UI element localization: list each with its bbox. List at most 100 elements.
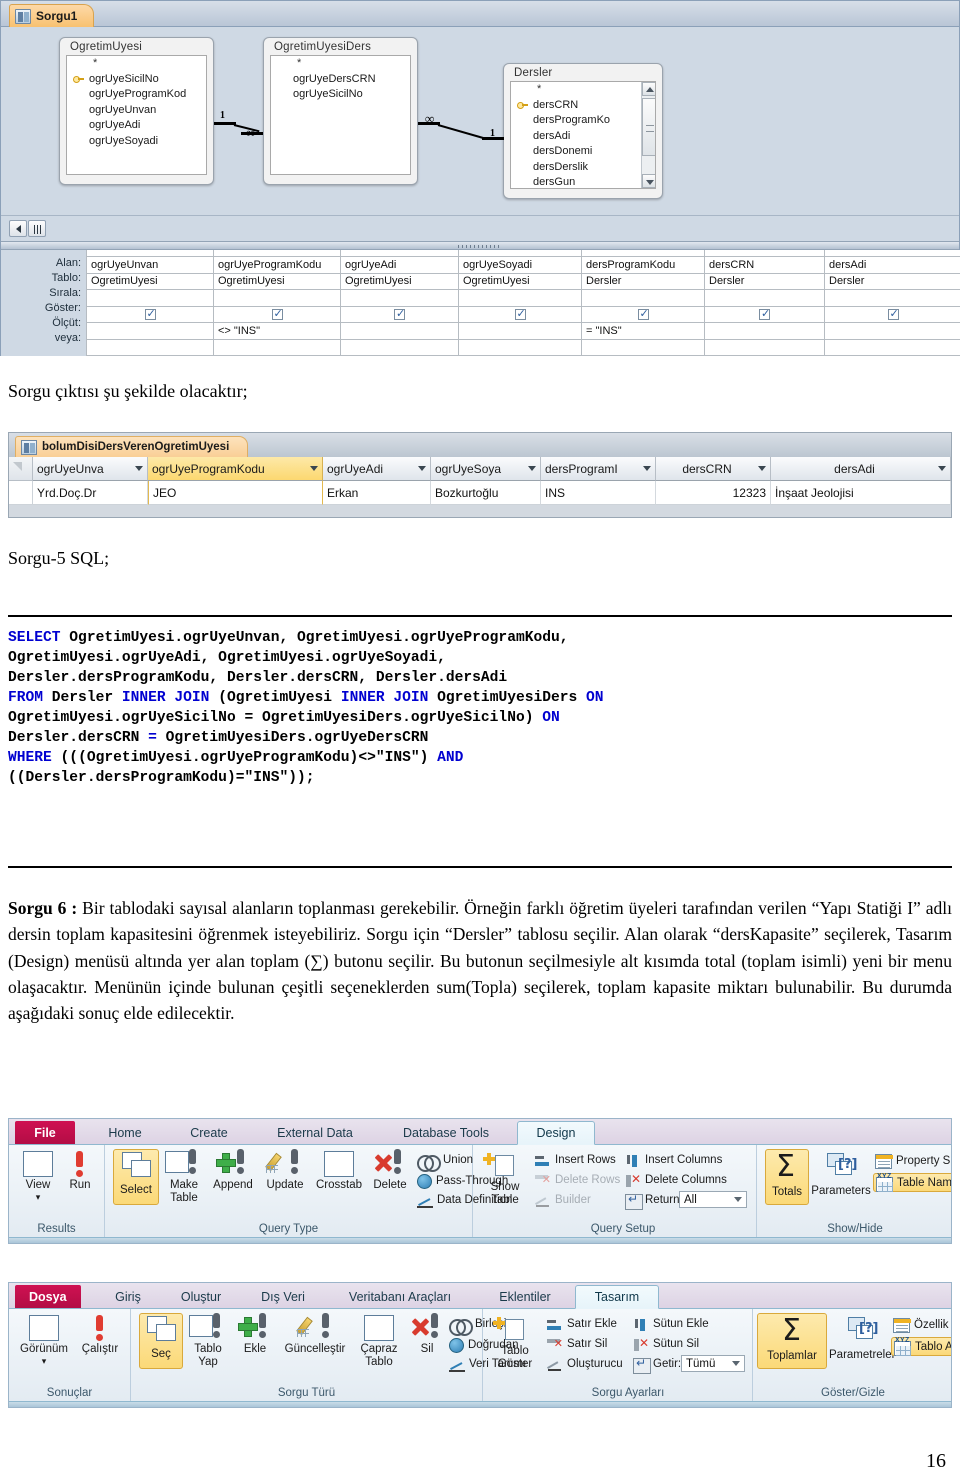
- tab-home[interactable]: Home: [87, 1121, 163, 1145]
- field-item[interactable]: ogrUyeDersCRN: [271, 72, 410, 88]
- grid-cell-veya[interactable]: [213, 338, 341, 357]
- tab-dosya[interactable]: Dosya: [15, 1285, 81, 1308]
- grid-cell-olcut[interactable]: [340, 322, 459, 340]
- field-item-key[interactable]: dersCRN: [511, 98, 655, 114]
- grid-cell-alan[interactable]: ogrUyeUnvan: [86, 256, 214, 274]
- tab-external-data[interactable]: External Data: [255, 1121, 375, 1145]
- grid-cell-goster[interactable]: [458, 305, 582, 324]
- grid-cell-sirala[interactable]: [340, 289, 459, 307]
- query-design-canvas[interactable]: OgretimUyesi * ogrUyeSicilNo ogrUyeProgr…: [1, 27, 959, 215]
- grid-cell-veya[interactable]: [824, 338, 960, 357]
- ozellik-sayfasi-button[interactable]: Özellik Sayfası: [893, 1317, 951, 1333]
- gorunum-button[interactable]: Görünüm ▾: [15, 1315, 73, 1367]
- grid-col-selector[interactable]: [824, 250, 960, 257]
- field-item[interactable]: ogrUyeUnvan: [67, 103, 206, 119]
- satir-sil-button[interactable]: Satır Sil: [547, 1337, 607, 1351]
- append-button[interactable]: Append: [209, 1149, 257, 1192]
- table-box-ogretimuyesi[interactable]: OgretimUyesi * ogrUyeSicilNo ogrUyeProgr…: [59, 37, 214, 185]
- chevron-down-icon[interactable]: [732, 1361, 740, 1366]
- table-box-dersler[interactable]: Dersler * dersCRN dersProgramKo dersAdi …: [503, 63, 663, 199]
- column-header-ogruyeunvan[interactable]: ogrUyeUnva: [33, 457, 148, 481]
- grid-cell-tablo[interactable]: Dersler: [581, 272, 705, 291]
- field-item[interactable]: *: [511, 82, 655, 98]
- grid-cell-alan[interactable]: dersCRN: [704, 256, 825, 274]
- grid-cell-olcut[interactable]: <> "INS": [213, 322, 341, 340]
- cell-dersadi[interactable]: İnşaat Jeolojisi: [771, 481, 951, 505]
- column-header-ogruyeadi[interactable]: ogrUyeAdi: [323, 457, 431, 481]
- update-button[interactable]: Update: [261, 1149, 309, 1192]
- grid-cell-tablo[interactable]: OgretimUyesi: [213, 272, 341, 291]
- sil-button[interactable]: Sil: [409, 1313, 445, 1356]
- parameters-button[interactable]: [?] Parameters: [811, 1151, 871, 1198]
- grid-cell-veya[interactable]: [340, 338, 459, 357]
- chevron-down-icon[interactable]: [758, 466, 766, 471]
- make-table-button[interactable]: Make Table: [163, 1149, 205, 1204]
- tab-giris[interactable]: Giriş: [97, 1285, 159, 1309]
- property-sheet-button[interactable]: Property Sheet: [875, 1153, 951, 1169]
- select-button[interactable]: Select: [113, 1149, 159, 1205]
- field-item[interactable]: ogrUyeAdi: [67, 118, 206, 134]
- chevron-down-icon[interactable]: [734, 1197, 742, 1202]
- grid-cell-sirala[interactable]: [824, 289, 960, 307]
- toplamlar-button[interactable]: Σ Toplamlar: [757, 1313, 827, 1369]
- delete-button[interactable]: Delete: [369, 1149, 411, 1192]
- grid-row-olcut[interactable]: <> "INS" = "INS": [86, 322, 960, 340]
- splitter-grip-bar[interactable]: [1, 241, 959, 250]
- tablo-adlari-button[interactable]: XYZ Tablo Adları: [891, 1337, 951, 1356]
- sutun-ekle-button[interactable]: Sütun Ekle: [633, 1317, 709, 1331]
- run-button[interactable]: Run: [61, 1151, 99, 1192]
- table-field-list[interactable]: * ogrUyeSicilNo ogrUyeProgramKod ogrUyeU…: [66, 55, 207, 175]
- query-design-grid[interactable]: Alan: Tablo: Sırala: Göster: Ölçüt: veya…: [1, 250, 960, 357]
- table-field-list[interactable]: * dersCRN dersProgramKo dersAdi dersDone…: [510, 81, 656, 189]
- grid-row-alan[interactable]: ogrUyeUnvan ogrUyeProgramKodu ogrUyeAdi …: [86, 256, 960, 274]
- pane-grip-button[interactable]: [28, 220, 46, 237]
- chevron-down-icon[interactable]: ▾: [15, 1355, 73, 1368]
- sec-button[interactable]: Seç: [139, 1313, 183, 1369]
- cell-derscrn[interactable]: 12323: [656, 481, 771, 505]
- grid-cell-olcut[interactable]: [458, 322, 582, 340]
- grid-cell-alan[interactable]: ogrUyeProgramKodu: [213, 256, 341, 274]
- chevron-down-icon[interactable]: [135, 466, 143, 471]
- cell-ogruyesoyadi[interactable]: Bozkurtoğlu: [431, 481, 541, 505]
- row-selector[interactable]: [9, 481, 33, 505]
- grid-col-selector[interactable]: [340, 250, 459, 257]
- datasheet-grid[interactable]: ogrUyeUnva ogrUyeProgramKodu ogrUyeAdi o…: [9, 457, 951, 505]
- grid-cell-goster[interactable]: [213, 305, 341, 324]
- field-item[interactable]: *: [67, 56, 206, 72]
- view-button[interactable]: View ▾: [17, 1151, 59, 1203]
- column-header-dersprogrami[interactable]: dersProgramI: [541, 457, 656, 481]
- crosstab-button[interactable]: Crosstab: [313, 1151, 365, 1192]
- grid-cell-goster[interactable]: [824, 305, 960, 324]
- tab-bolumdisidersverenogretimuyesi[interactable]: bolumDisiDersVerenOgretimUyesi: [15, 436, 249, 457]
- grid-cell-goster[interactable]: [340, 305, 459, 324]
- tab-eklentiler[interactable]: Eklentiler: [477, 1285, 573, 1309]
- column-header-dersadi[interactable]: dersAdi: [771, 457, 951, 481]
- grid-cell-sirala[interactable]: [213, 289, 341, 307]
- table-row[interactable]: Yrd.Doç.Dr JEO Erkan Bozkurtoğlu INS 123…: [9, 481, 951, 505]
- grid-cell-tablo[interactable]: OgretimUyesi: [458, 272, 582, 291]
- field-item[interactable]: dersGun: [511, 175, 655, 188]
- satir-ekle-button[interactable]: Satır Ekle: [547, 1317, 617, 1331]
- tab-create[interactable]: Create: [167, 1121, 251, 1145]
- cell-ogruyeunvan[interactable]: Yrd.Doç.Dr: [33, 481, 148, 505]
- tab-file[interactable]: File: [15, 1121, 75, 1144]
- chevron-down-icon[interactable]: [418, 466, 426, 471]
- grid-cell-goster[interactable]: [704, 305, 825, 324]
- chevron-down-icon[interactable]: [528, 466, 536, 471]
- scroll-up-icon[interactable]: [642, 82, 655, 96]
- field-item[interactable]: dersDerslik: [511, 160, 655, 176]
- grid-table[interactable]: ogrUyeUnvan ogrUyeProgramKodu ogrUyeAdi …: [86, 250, 960, 357]
- field-item[interactable]: ogrUyeSicilNo: [271, 87, 410, 103]
- show-checkbox[interactable]: [271, 307, 283, 320]
- field-item[interactable]: dersAdi: [511, 129, 655, 145]
- calistir-button[interactable]: Çalıştır: [75, 1315, 125, 1356]
- grid-cell-alan[interactable]: ogrUyeAdi: [340, 256, 459, 274]
- tablo-goster-button[interactable]: Tablo Göster: [489, 1315, 541, 1370]
- grid-cell-alan[interactable]: ogrUyeSoyadi: [458, 256, 582, 274]
- tab-design[interactable]: Design: [517, 1121, 595, 1145]
- field-list-scrollbar[interactable]: [641, 82, 655, 188]
- show-table-button[interactable]: Show Table: [481, 1151, 529, 1206]
- grid-cell-olcut[interactable]: [704, 322, 825, 340]
- grid-cell-goster[interactable]: [86, 305, 214, 324]
- tab-sorgu1[interactable]: Sorgu1: [9, 4, 95, 27]
